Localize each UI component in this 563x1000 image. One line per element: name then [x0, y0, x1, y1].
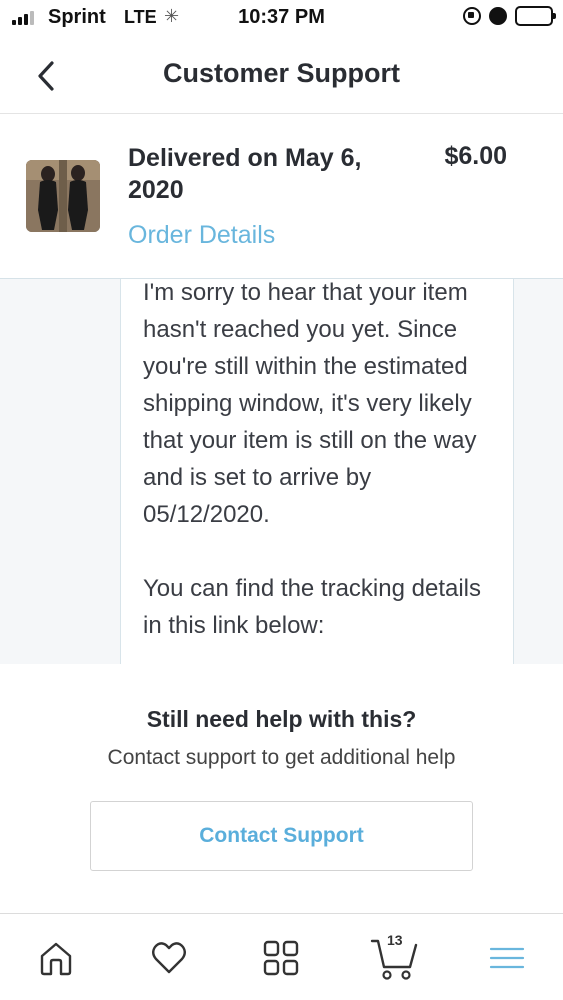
order-price: $6.00	[444, 142, 507, 170]
home-icon	[40, 942, 72, 976]
grid-icon	[263, 940, 299, 976]
support-message-bubble: I'm sorry to hear that your item hasn't …	[120, 279, 514, 664]
product-thumbnail[interactable]	[26, 160, 100, 232]
help-subtitle: Contact support to get additional help	[107, 746, 456, 769]
order-details-link[interactable]: Order Details	[128, 221, 275, 250]
alarm-icon	[489, 7, 507, 25]
tab-menu[interactable]	[479, 930, 535, 986]
product-image	[26, 160, 100, 232]
page-title: Customer Support	[162, 58, 400, 88]
menu-icon	[489, 947, 525, 969]
chat-thread[interactable]: I'm sorry to hear that your item hasn't …	[0, 279, 563, 664]
delivery-status: Delivered on May 6, 2020	[128, 144, 362, 204]
order-summary: Delivered on May 6, 2020 $6.00 Order Det…	[0, 114, 563, 279]
header: Customer Support	[0, 38, 563, 114]
battery-icon	[515, 6, 556, 26]
message-paragraph: You can find the tracking details in thi…	[143, 575, 482, 639]
help-section: Still need help with this? Contact suppo…	[0, 664, 563, 913]
contact-support-button[interactable]: Contact Support	[90, 801, 473, 871]
help-title: Still need help with this?	[146, 706, 417, 732]
tab-browse[interactable]	[253, 930, 309, 986]
orientation-lock-icon	[463, 7, 481, 25]
status-bar: Sprint LTE ✳ 10:37 PM	[0, 0, 563, 38]
tab-home[interactable]	[28, 930, 84, 986]
bottom-navigation: 13	[0, 913, 563, 1000]
tab-cart[interactable]: 13	[366, 930, 422, 986]
message-paragraph: I'm sorry to hear that your item hasn't …	[143, 279, 477, 528]
tab-wishlist[interactable]	[141, 930, 197, 986]
cart-count-badge: 13	[387, 932, 403, 948]
heart-icon	[152, 942, 186, 974]
